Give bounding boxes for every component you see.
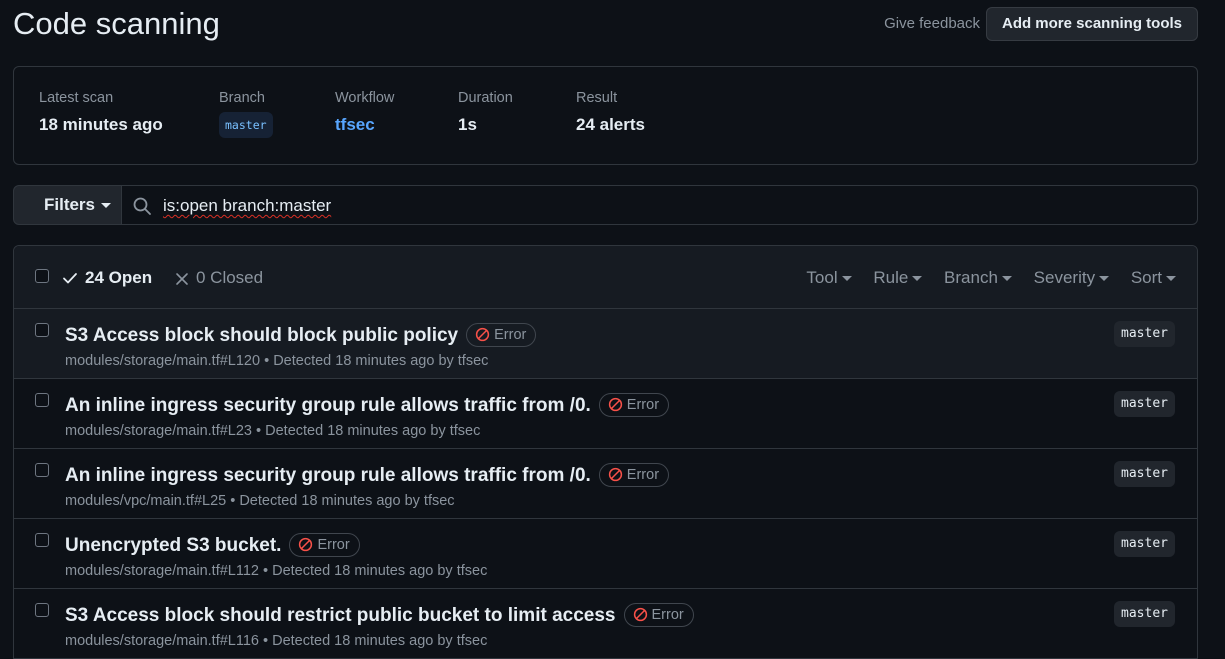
- alert-meta: modules/storage/main.tf#L23 • Detected 1…: [65, 423, 481, 439]
- alert-meta: modules/storage/main.tf#L120 • Detected …: [65, 353, 489, 369]
- severity-label: Error: [651, 607, 684, 623]
- alert-branch-tag[interactable]: master: [1114, 391, 1175, 417]
- alert-branch-tag[interactable]: master: [1114, 321, 1175, 347]
- alert-row: S3 Access block should block public poli…: [14, 309, 1197, 379]
- workflow-link[interactable]: tfsec: [335, 115, 394, 135]
- severity-menu-label: Severity: [1033, 268, 1096, 287]
- workflow-label: Workflow: [335, 90, 395, 106]
- tab-closed-alerts[interactable]: 0 Closed: [175, 268, 263, 288]
- alert-branch-tag[interactable]: master: [1114, 531, 1175, 557]
- caret-down-icon: [841, 276, 852, 282]
- page-title: Code scanning: [13, 6, 220, 41]
- add-scanning-tools-button[interactable]: Add more scanning tools: [985, 7, 1198, 41]
- alert-checkbox[interactable]: [35, 323, 49, 337]
- branch-chip[interactable]: master: [219, 112, 273, 138]
- stop-icon: [299, 537, 313, 552]
- select-all-checkbox[interactable]: [35, 269, 49, 283]
- stop-icon: [475, 327, 490, 342]
- stop-icon: [608, 467, 622, 482]
- alert-title-link[interactable]: Unencrypted S3 bucket.: [65, 535, 281, 556]
- severity-badge: Error: [598, 463, 670, 487]
- result-label: Result: [576, 90, 618, 106]
- x-icon: [176, 273, 188, 285]
- alert-branch-tag[interactable]: master: [1114, 601, 1175, 627]
- alert-meta: modules/storage/main.tf#L112 • Detected …: [65, 563, 488, 579]
- branch-label: Branch: [219, 90, 265, 106]
- severity-label: Error: [626, 397, 660, 413]
- caret-down-icon: [1099, 276, 1110, 282]
- severity-badge: Error: [289, 533, 360, 557]
- filters-button-label: Filters: [43, 195, 96, 214]
- alert-checkbox[interactable]: [35, 533, 49, 547]
- filters-button[interactable]: Filters: [13, 185, 122, 225]
- sort-menu[interactable]: Sort: [1131, 268, 1176, 287]
- alerts-list: 24 Open 0 Closed Tool Rule Branch Severi…: [13, 245, 1198, 659]
- alert-meta: modules/storage/main.tf#L116 • Detected …: [65, 633, 488, 649]
- branch-menu-label: Branch: [944, 268, 998, 287]
- duration-info: Duration 1s: [458, 90, 513, 135]
- branch-menu[interactable]: Branch: [944, 268, 1012, 287]
- latest-scan-label: Latest scan: [39, 90, 114, 106]
- rule-menu-label: Rule: [873, 268, 909, 287]
- open-alerts-label: 24 Open: [85, 268, 153, 287]
- alert-row: Unencrypted S3 bucket. Error modules/stor…: [14, 519, 1197, 589]
- caret-down-icon: [1166, 276, 1176, 282]
- search-query[interactable]: is:open branch:master: [163, 196, 331, 216]
- severity-label: Error: [494, 327, 527, 343]
- alert-title-link[interactable]: S3 Access block should block public poli…: [65, 325, 458, 346]
- alert-checkbox[interactable]: [35, 393, 49, 407]
- result-info: Result 24 alerts: [576, 90, 645, 135]
- sort-menu-label: Sort: [1130, 268, 1162, 287]
- caret-down-icon: [1001, 276, 1012, 282]
- rule-menu[interactable]: Rule: [873, 268, 923, 287]
- duration-label: Duration: [458, 90, 513, 106]
- tool-menu[interactable]: Tool: [806, 268, 852, 287]
- stop-icon: [633, 607, 647, 622]
- workflow-info: Workflow tfsec: [335, 90, 394, 135]
- branch-info: Branch master: [219, 90, 273, 138]
- severity-badge: Error: [598, 393, 670, 417]
- severity-badge: Error: [466, 323, 537, 347]
- latest-scan-summary: Latest scan 18 minutes ago Branch master…: [13, 66, 1198, 165]
- alert-title-link[interactable]: An inline ingress security group rule al…: [65, 465, 591, 486]
- tool-menu-label: Tool: [806, 268, 838, 287]
- alert-row: S3 Access block should restrict public b…: [14, 589, 1197, 659]
- severity-label: Error: [317, 537, 350, 553]
- stop-icon: [608, 397, 622, 412]
- result-value: 24 alerts: [576, 115, 645, 134]
- alerts-list-header: 24 Open 0 Closed Tool Rule Branch Severi…: [14, 246, 1197, 309]
- page-header: Code scanning Give feedback Add more sca…: [13, 0, 1198, 50]
- alert-checkbox[interactable]: [35, 463, 49, 477]
- alert-title-link[interactable]: An inline ingress security group rule al…: [65, 395, 591, 416]
- filter-bar: Filters is:open branch:master: [13, 185, 1198, 225]
- latest-scan-value: 18 minutes ago: [39, 115, 163, 134]
- give-feedback-link[interactable]: Give feedback: [884, 15, 980, 32]
- severity-badge: Error: [623, 603, 694, 627]
- alert-row: An inline ingress security group rule al…: [14, 449, 1197, 519]
- latest-scan-info: Latest scan 18 minutes ago: [39, 90, 163, 135]
- alert-title-link[interactable]: S3 Access block should restrict public b…: [65, 605, 616, 626]
- severity-menu[interactable]: Severity: [1033, 268, 1110, 287]
- severity-label: Error: [626, 467, 660, 483]
- alert-row: An inline ingress security group rule al…: [14, 379, 1197, 449]
- check-icon: [63, 273, 77, 284]
- filter-menus: Tool Rule Branch Severity Sort: [789, 268, 1176, 288]
- alert-checkbox[interactable]: [35, 603, 49, 617]
- search-icon: [133, 197, 151, 215]
- search-input[interactable]: is:open branch:master: [121, 185, 1198, 225]
- caret-down-icon: [101, 203, 112, 209]
- caret-down-icon: [912, 276, 923, 282]
- duration-value: 1s: [458, 115, 477, 134]
- tab-open-alerts[interactable]: 24 Open: [62, 268, 152, 288]
- closed-alerts-label: 0 Closed: [196, 268, 264, 287]
- alert-meta: modules/vpc/main.tf#L25 • Detected 18 mi…: [65, 493, 455, 509]
- alert-branch-tag[interactable]: master: [1114, 461, 1175, 487]
